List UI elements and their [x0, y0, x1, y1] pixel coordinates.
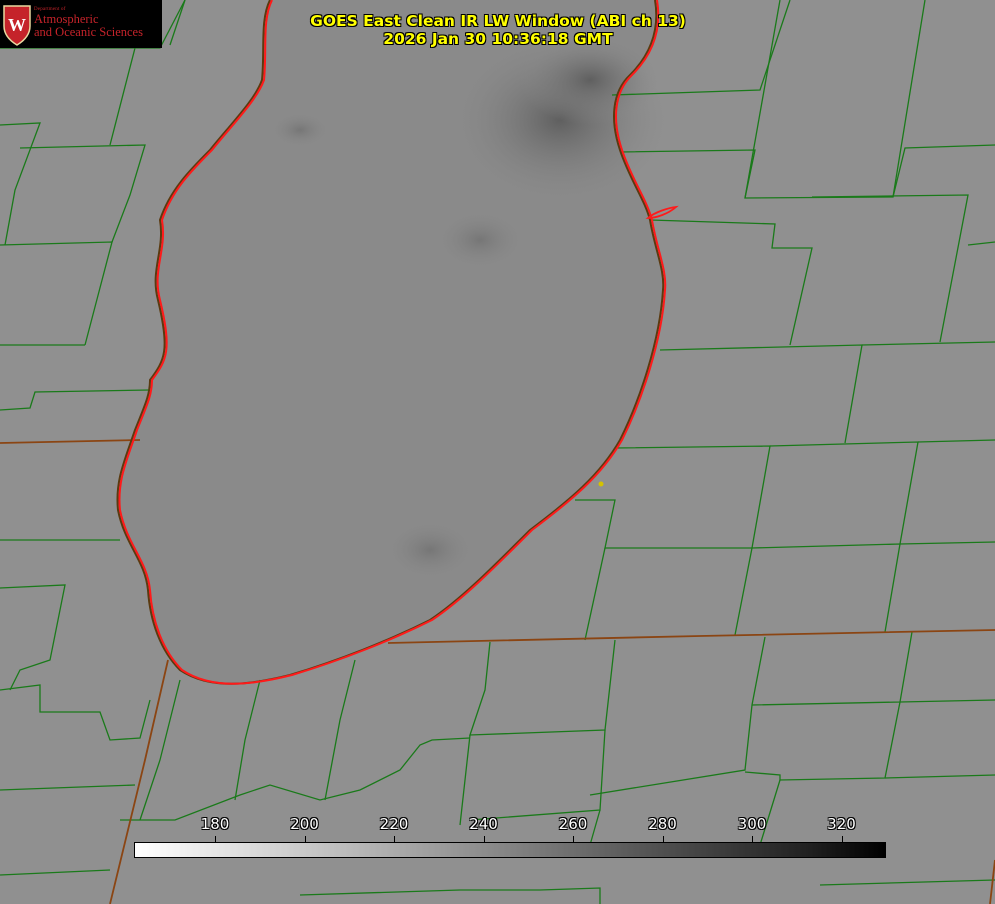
colorbar — [134, 842, 886, 858]
colorbar-tick-label: 200 — [290, 815, 319, 833]
colorbar-tick-mark — [573, 836, 574, 842]
colorbar-tick-mark — [215, 836, 216, 842]
logo-line-1: Atmospheric — [34, 11, 99, 26]
colorbar-tick-mark — [394, 836, 395, 842]
colorbar-tick-mark — [752, 836, 753, 842]
cloud-mid — [435, 210, 525, 270]
image-title: GOES East Clean IR LW Window (ABI ch 13) — [310, 12, 686, 30]
satellite-map: W Department of Atmospheric and Oceanic … — [0, 0, 995, 904]
map-canvas — [0, 0, 995, 904]
cloud-dark-northeast — [520, 35, 660, 125]
cloud-small — [270, 112, 330, 148]
logo-text: Department of Atmospheric and Oceanic Sc… — [34, 7, 143, 40]
uw-crest-icon: W — [3, 5, 31, 46]
colorbar-tick-label: 240 — [469, 815, 498, 833]
colorbar-tick-label: 280 — [648, 815, 677, 833]
colorbar-tick-mark — [483, 836, 485, 842]
colorbar-tick-label: 260 — [558, 815, 588, 833]
department-logo: W Department of Atmospheric and Oceanic … — [0, 0, 162, 48]
colorbar-tick-label: 320 — [827, 815, 856, 833]
image-timestamp: 2026 Jan 30 10:36:18 GMT — [383, 30, 613, 48]
colorbar-tick-label: 300 — [737, 815, 767, 833]
colorbar-tick-mark — [662, 836, 664, 842]
cloud-mid-south — [385, 520, 475, 580]
colorbar-tick-mark — [304, 836, 306, 842]
crest-letter: W — [8, 15, 26, 35]
colorbar-tick-label: 180 — [200, 815, 230, 833]
colorbar-tick-mark — [841, 836, 843, 842]
logo-line-2: and Oceanic Sciences — [34, 25, 143, 40]
colorbar-tick-label: 220 — [379, 815, 409, 833]
station-marker — [598, 481, 604, 487]
